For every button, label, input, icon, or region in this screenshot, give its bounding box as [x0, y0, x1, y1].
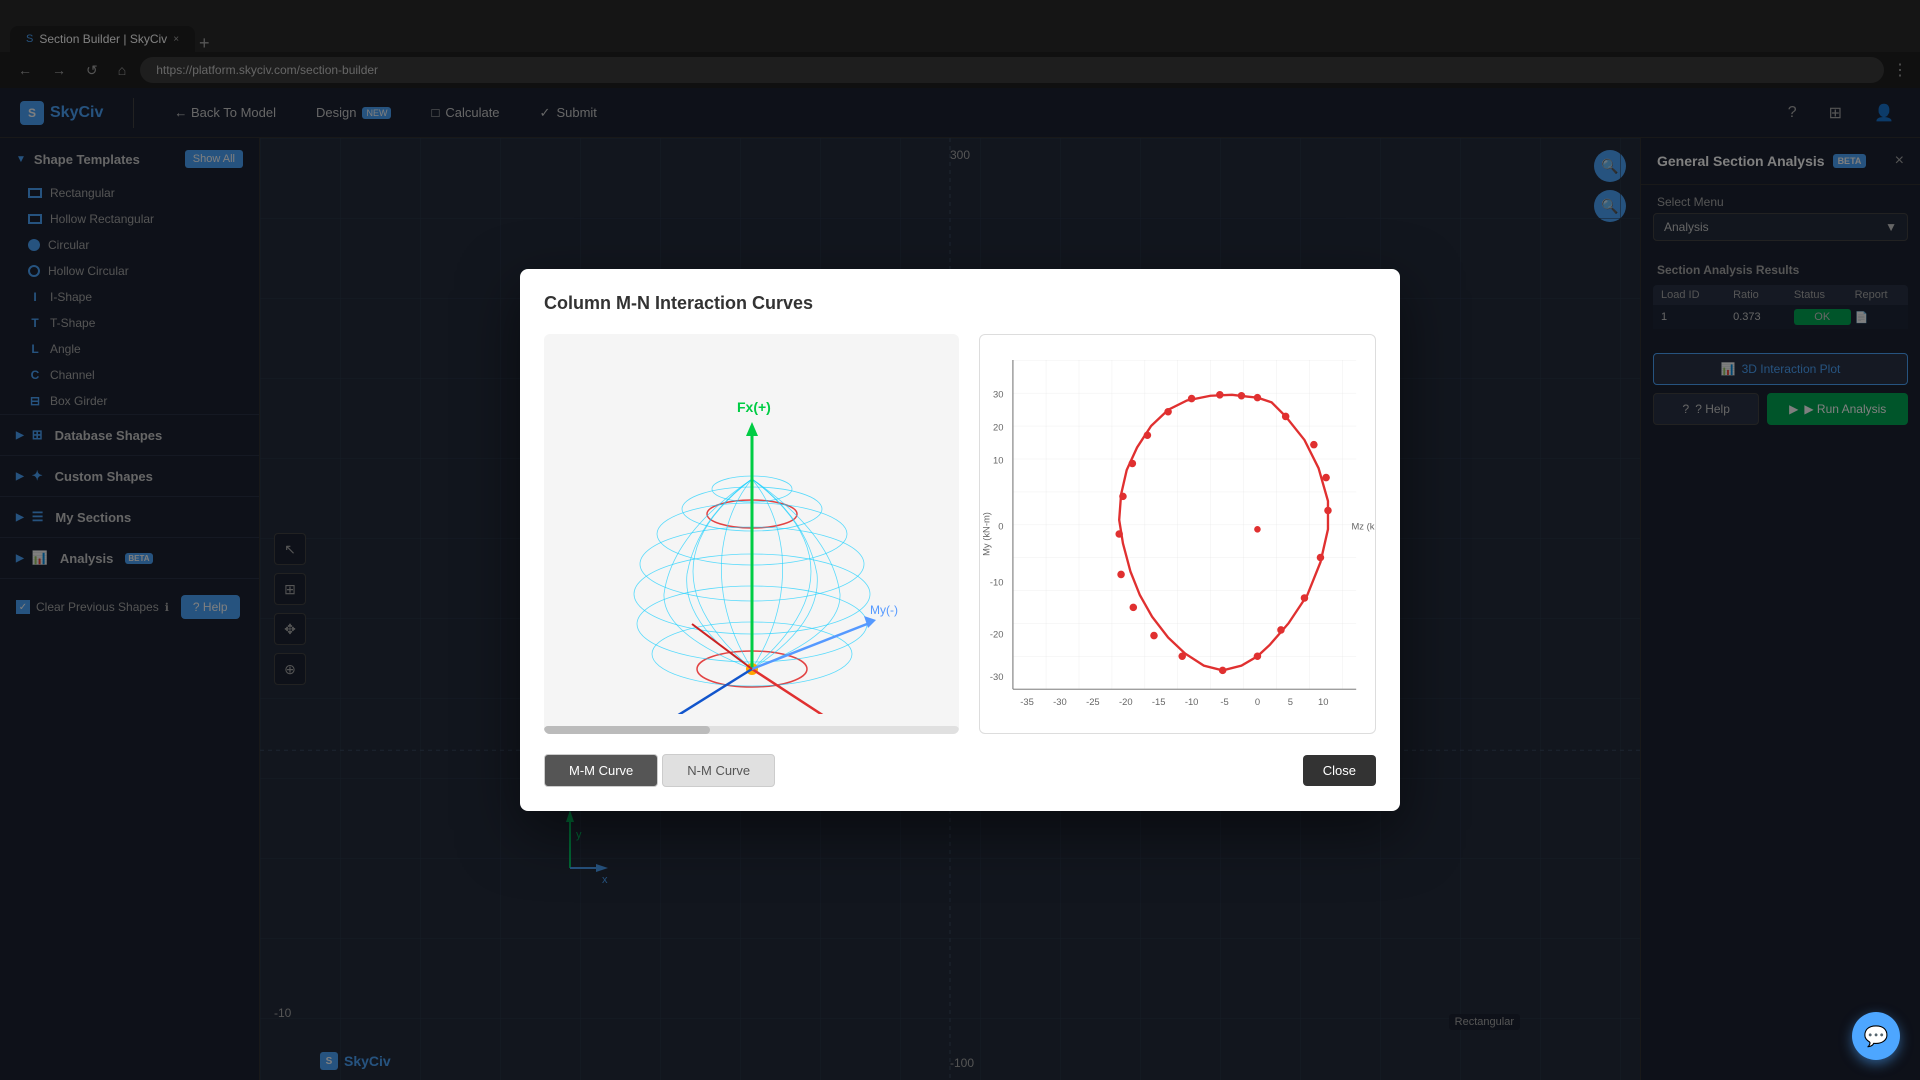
modal-tabs: M-M Curve N-M Curve	[544, 754, 775, 787]
nm-chart-svg: 30 20 10 0 -10 -20 -30 -35 -30 -25 -20 -…	[980, 335, 1375, 733]
modal-scrollbar-thumb	[544, 726, 710, 734]
svg-text:5: 5	[1288, 696, 1293, 707]
svg-text:My(-): My(-)	[870, 603, 898, 617]
svg-text:20: 20	[993, 422, 1003, 433]
svg-text:Fx(+): Fx(+)	[737, 399, 771, 415]
svg-text:-10: -10	[990, 577, 1004, 588]
modal-scrollbar[interactable]	[544, 726, 959, 734]
svg-text:0: 0	[1255, 696, 1260, 707]
chat-icon: 💬	[1864, 1024, 1889, 1049]
modal-overlay[interactable]: Column M-N Interaction Curves	[0, 0, 1920, 1080]
svg-text:-35: -35	[1020, 696, 1034, 707]
mm-curve-tab[interactable]: M-M Curve	[544, 754, 658, 787]
svg-text:Mz (kN-m): Mz (kN-m)	[1351, 520, 1375, 531]
modal: Column M-N Interaction Curves	[520, 269, 1400, 811]
svg-text:-15: -15	[1152, 696, 1166, 707]
modal-footer: M-M Curve N-M Curve Close	[544, 754, 1376, 787]
svg-text:30: 30	[993, 389, 1003, 400]
svg-text:0: 0	[998, 520, 1003, 531]
modal-left-panel: Fx(+) Fx(-) My(+) My(-) Mz(+) LC 1 : 1.0…	[544, 334, 959, 734]
svg-text:-20: -20	[1119, 696, 1133, 707]
svg-text:-20: -20	[990, 628, 1004, 639]
modal-right-panel: 30 20 10 0 -10 -20 -30 -35 -30 -25 -20 -…	[979, 334, 1376, 734]
svg-text:-30: -30	[990, 671, 1004, 682]
svg-text:-5: -5	[1220, 696, 1228, 707]
svg-text:10: 10	[1318, 696, 1328, 707]
3d-viz-svg: Fx(+) Fx(-) My(+) My(-) Mz(+) LC 1 : 1.0…	[582, 354, 922, 714]
svg-text:10: 10	[993, 454, 1003, 465]
svg-text:-25: -25	[1086, 696, 1100, 707]
svg-text:-10: -10	[1185, 696, 1199, 707]
nm-curve-tab[interactable]: N-M Curve	[662, 754, 775, 787]
svg-text:My (kN-m): My (kN-m)	[980, 512, 991, 556]
chat-btn[interactable]: 💬	[1852, 1012, 1900, 1060]
svg-text:-30: -30	[1053, 696, 1067, 707]
modal-title: Column M-N Interaction Curves	[544, 293, 1376, 314]
modal-content: Fx(+) Fx(-) My(+) My(-) Mz(+) LC 1 : 1.0…	[544, 334, 1376, 734]
modal-close-btn[interactable]: Close	[1303, 755, 1376, 786]
